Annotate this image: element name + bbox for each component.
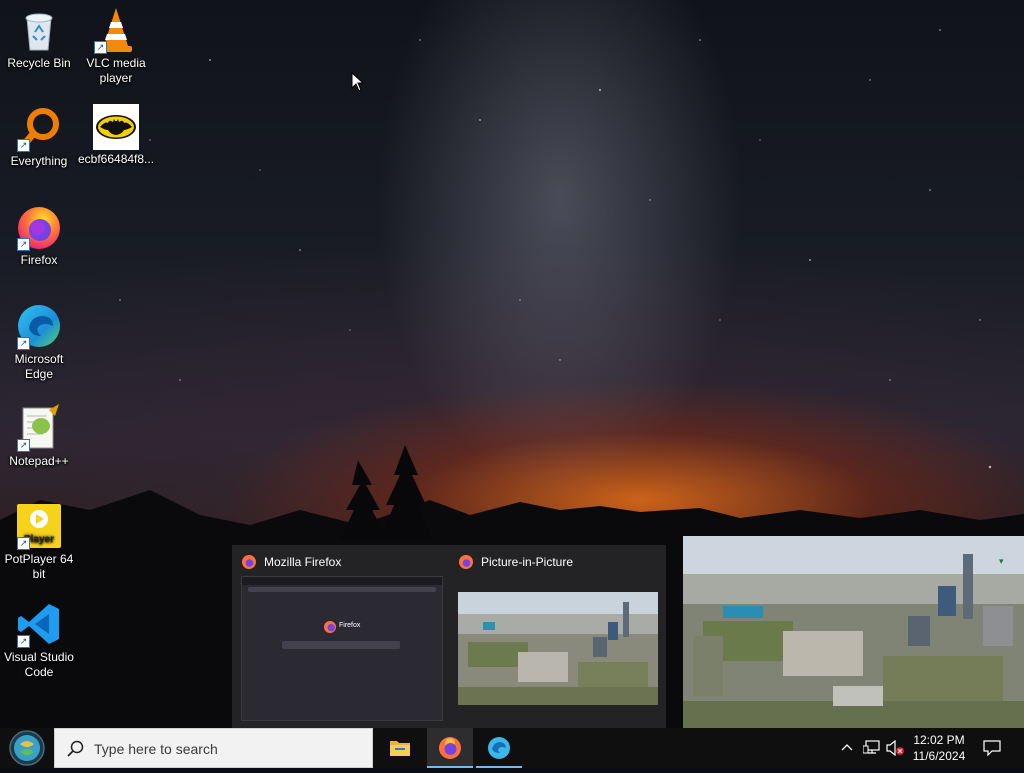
tray-network[interactable] — [860, 728, 882, 768]
desktop-icon-label: Visual Studio Code — [4, 650, 74, 679]
desktop-icon-label: Recycle Bin — [7, 56, 71, 70]
desktop-icon-firefox[interactable]: ↗ Firefox — [1, 203, 77, 268]
preview-firefox-logo — [324, 621, 336, 633]
firefox-icon: ↗ — [15, 203, 63, 251]
desktop-icon-recycle-bin[interactable]: Recycle Bin — [1, 6, 77, 71]
picture-in-picture-window[interactable]: ▾ — [683, 536, 1024, 728]
clock-time: 12:02 PM — [913, 733, 965, 747]
taskbar-search-box[interactable]: Type here to search — [54, 728, 373, 768]
tray-show-hidden-icons[interactable] — [838, 728, 856, 768]
desktop-icon-everything[interactable]: ↗ Everything — [1, 104, 77, 169]
taskbar-thumbnail-panel: Mozilla Firefox Firefox Picture-in-Pictu… — [232, 545, 666, 728]
notification-icon — [983, 740, 1001, 756]
vlc-cone-icon: ↗ — [92, 6, 140, 54]
shortcut-arrow-icon: ↗ — [17, 238, 30, 251]
preview-urlbar — [248, 587, 436, 592]
firefox-icon — [242, 555, 256, 569]
desktop-icon-notepadpp[interactable]: ↗ Notepad++ — [1, 404, 77, 469]
firefox-window-preview: Firefox — [241, 576, 443, 721]
recycle-bin-icon — [15, 6, 63, 54]
desktop-icon-label: PotPlayer 64 bit — [4, 552, 74, 581]
shortcut-arrow-icon: ↗ — [17, 337, 30, 350]
desktop-icon-label: Notepad++ — [9, 454, 69, 468]
desktop-icon-label: VLC media player — [86, 56, 146, 85]
shortcut-arrow-icon: ↗ — [17, 537, 30, 550]
vscode-icon: ↗ — [15, 600, 63, 648]
action-center-button[interactable] — [980, 728, 1004, 768]
search-icon — [67, 740, 84, 757]
taskbar-file-explorer[interactable] — [377, 728, 423, 768]
shortcut-arrow-icon: ↗ — [17, 439, 30, 452]
taskbar: Type here to search 12:02 PM 11/6/2024 — [0, 728, 1024, 768]
pip-video-frame — [683, 536, 1024, 728]
desktop-icon-vscode[interactable]: ↗ Visual Studio Code — [1, 600, 77, 680]
pip-video-preview — [458, 592, 658, 705]
batman-logo-icon — [93, 104, 139, 150]
edge-icon — [488, 737, 510, 759]
thumbnail-picture-in-picture[interactable]: Picture-in-Picture — [449, 545, 666, 728]
pip-corner-control[interactable]: ▾ — [999, 556, 1009, 566]
network-icon — [863, 740, 880, 754]
edge-icon: ↗ — [15, 302, 63, 350]
notepadpp-icon: ↗ — [15, 404, 63, 452]
taskbar-clock[interactable]: 12:02 PM 11/6/2024 — [902, 732, 976, 764]
thumbnail-title: Picture-in-Picture — [481, 555, 574, 569]
shortcut-arrow-icon: ↗ — [17, 139, 30, 152]
shortcut-arrow-icon: ↗ — [94, 41, 107, 54]
folder-icon — [390, 741, 410, 756]
thumbnail-title: Mozilla Firefox — [264, 555, 342, 569]
desktop-icon-label: ecbf66484f8... — [78, 152, 155, 166]
search-placeholder: Type here to search — [94, 741, 218, 757]
desktop-icon-label: Everything — [10, 154, 68, 168]
chevron-up-icon — [841, 744, 853, 751]
desktop-icon-label: Microsoft Edge — [14, 352, 64, 381]
mouse-cursor-icon — [351, 72, 365, 92]
preview-search-box — [282, 641, 400, 649]
start-button[interactable] — [0, 728, 54, 768]
preview-tabstrip — [242, 577, 442, 585]
taskbar-edge[interactable] — [476, 728, 522, 768]
taskbar-firefox[interactable] — [427, 728, 473, 768]
desktop-icon-potplayer[interactable]: Player ↗ PotPlayer 64 bit — [1, 502, 77, 582]
desktop-icon-label: Firefox — [20, 253, 58, 267]
potplayer-icon: Player ↗ — [15, 502, 63, 550]
desktop-icon-edge[interactable]: ↗ Microsoft Edge — [1, 302, 77, 382]
firefox-icon — [459, 555, 473, 569]
shortcut-arrow-icon: ↗ — [17, 635, 30, 648]
firefox-icon — [439, 737, 461, 759]
clock-date: 11/6/2024 — [912, 749, 966, 763]
preview-firefox-wordmark: Firefox — [339, 622, 361, 629]
thumbnail-firefox-window[interactable]: Mozilla Firefox Firefox — [232, 545, 449, 728]
everything-search-icon: ↗ — [15, 104, 63, 152]
desktop-icon-batman-image[interactable]: ecbf66484f8... — [78, 104, 154, 167]
start-orb-icon — [9, 730, 45, 766]
desktop-icon-vlc[interactable]: ↗ VLC media player — [78, 6, 154, 86]
